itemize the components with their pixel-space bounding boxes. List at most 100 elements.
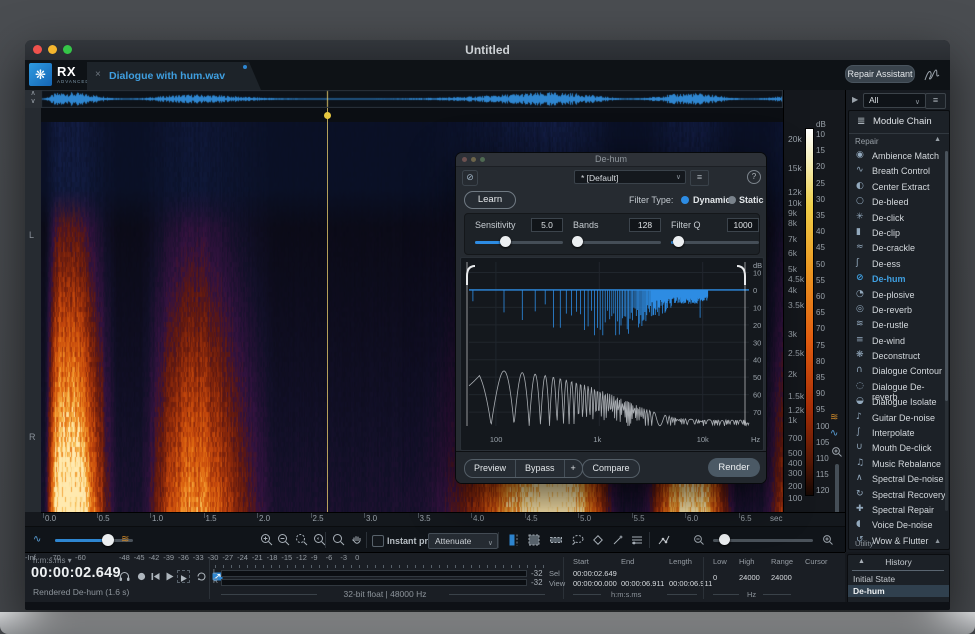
monitor-icon[interactable] bbox=[118, 570, 131, 583]
add-button[interactable]: + bbox=[565, 460, 582, 477]
vertical-scroll-control[interactable]: ∧∨ bbox=[25, 90, 42, 108]
sidebar-item-spectral-recovery[interactable]: ↻Spectral Recovery bbox=[849, 488, 949, 503]
sidebar-item-interpolate[interactable]: ∫Interpolate bbox=[849, 426, 949, 441]
static-label[interactable]: Static bbox=[739, 195, 764, 205]
meter-scale: -Inf.-70-60-48-45-42-39-36-33-30-27-24-2… bbox=[25, 553, 365, 561]
timeline-zoom-knob[interactable] bbox=[719, 534, 730, 545]
sidebar-item-de-bleed[interactable]: ○De-bleed bbox=[849, 195, 949, 210]
dynamic-label[interactable]: Dynamic bbox=[693, 195, 731, 205]
sidebar-item-music-rebalance[interactable]: ♫Music Rebalance bbox=[849, 457, 949, 472]
sidebar-item-center-extract[interactable]: ◐Center Extract bbox=[849, 180, 949, 195]
sidebar-item-guitar-de-noise[interactable]: ♪Guitar De-noise bbox=[849, 411, 949, 426]
sidebar-item-de-reverb[interactable]: ◎De-reverb bbox=[849, 303, 949, 318]
static-radio[interactable] bbox=[728, 196, 736, 204]
collapse-arrow-icon[interactable]: ▲ bbox=[934, 136, 941, 143]
sidebar-item-ambience-match[interactable]: ◉Ambience Match bbox=[849, 149, 949, 164]
param-slider[interactable] bbox=[573, 241, 661, 244]
marker-lane[interactable] bbox=[41, 108, 783, 123]
time-ruler[interactable]: sec 0.00.51.01.52.02.53.03.54.04.55.05.5… bbox=[41, 512, 783, 527]
play-button[interactable] bbox=[163, 570, 176, 583]
zoom-in-vertical-icon[interactable] bbox=[831, 446, 843, 458]
return-to-start-button[interactable] bbox=[149, 570, 162, 583]
filter-spectrum-graph[interactable]: dB100102030405060701001k10kHz bbox=[460, 257, 764, 451]
param-slider-knob[interactable] bbox=[500, 236, 511, 247]
param-value[interactable]: 128 bbox=[629, 218, 661, 232]
timeline-zoom-in-icon[interactable] bbox=[822, 534, 834, 546]
sidebar-item-dialogue-isolate[interactable]: ◒Dialogue Isolate bbox=[849, 395, 949, 410]
sidebar-item-mouth-de-click[interactable]: ∪Mouth De-click bbox=[849, 441, 949, 456]
dynamic-radio[interactable] bbox=[681, 196, 689, 204]
param-slider-knob[interactable] bbox=[673, 236, 684, 247]
sidebar-item-deconstruct[interactable]: ❋Deconstruct bbox=[849, 349, 949, 364]
play-selection-button[interactable] bbox=[177, 570, 190, 583]
param-slider-knob[interactable] bbox=[572, 236, 583, 247]
repair-assistant-button[interactable]: Repair Assistant bbox=[845, 65, 915, 83]
sidebar-item-de-wind[interactable]: ≡De-wind bbox=[849, 334, 949, 349]
magic-wand-tool-icon[interactable] bbox=[611, 533, 626, 548]
hand-tool-icon[interactable] bbox=[350, 533, 365, 548]
next-section-header[interactable]: Utility bbox=[855, 539, 873, 548]
preset-menu-button[interactable]: ≡ bbox=[690, 170, 709, 186]
history-item[interactable]: Initial State bbox=[848, 573, 949, 585]
meter-tick-label: -12 bbox=[296, 553, 307, 562]
sidebar-item-voice-de-noise[interactable]: ◖Voice De-noise bbox=[849, 518, 949, 533]
preset-select[interactable]: * [Default]∨ bbox=[574, 170, 686, 184]
waveform-view-icon[interactable]: ∿ bbox=[830, 428, 838, 439]
sidebar-item-de-clip[interactable]: ▮De-clip bbox=[849, 226, 949, 241]
instant-process-checkbox[interactable] bbox=[372, 535, 384, 547]
param-value[interactable]: 1000 bbox=[727, 218, 759, 232]
learn-button[interactable]: Learn bbox=[464, 191, 516, 209]
spectrogram-view-icon[interactable]: ≋ bbox=[830, 412, 838, 423]
sidebar-item-breath-control[interactable]: ∿Breath Control bbox=[849, 164, 949, 179]
db-tick-label: 110 bbox=[816, 454, 829, 463]
sidebar-item-de-crackle[interactable]: ≈De-crackle bbox=[849, 241, 949, 256]
sidebar-item-dialogue-contour[interactable]: ∩Dialogue Contour bbox=[849, 364, 949, 379]
frequency-selection-tool-icon[interactable] bbox=[549, 533, 564, 548]
record-button[interactable] bbox=[135, 570, 148, 583]
brush-tool-icon[interactable] bbox=[591, 533, 606, 548]
dialog-titlebar[interactable]: De-hum bbox=[456, 153, 766, 167]
lasso-tool-icon[interactable] bbox=[571, 533, 586, 548]
zoom-selection-icon[interactable] bbox=[295, 533, 310, 548]
module-play-icon[interactable]: ▶ bbox=[852, 95, 858, 104]
category-filter-select[interactable]: All∨ bbox=[863, 93, 926, 108]
sidebar-menu-button[interactable]: ≡ bbox=[925, 93, 946, 109]
magnifier-tool-icon[interactable] bbox=[332, 533, 347, 548]
sidebar-item-de-rustle[interactable]: ≋De-rustle bbox=[849, 318, 949, 333]
param-value[interactable]: 5.0 bbox=[531, 218, 563, 232]
collapse-arrow-icon[interactable]: ▲ bbox=[934, 538, 941, 545]
sidebar-item-dialogue-de-reverb[interactable]: ◌Dialogue De-reverb bbox=[849, 380, 949, 395]
waveform-overview[interactable] bbox=[41, 90, 783, 108]
time-selection-tool-icon[interactable] bbox=[505, 533, 520, 548]
history-item[interactable]: De-hum bbox=[848, 585, 949, 597]
sidebar-item-de-click[interactable]: ✳De-click bbox=[849, 211, 949, 226]
process-mode-dropdown[interactable]: Attenuate∨ bbox=[428, 533, 498, 549]
tab-close-icon[interactable]: × bbox=[95, 69, 101, 80]
section-header[interactable]: Repair bbox=[855, 137, 879, 146]
sidebar-item-de-plosive[interactable]: ◔De-plosive bbox=[849, 288, 949, 303]
loop-button[interactable] bbox=[195, 570, 208, 583]
help-button[interactable]: ? bbox=[747, 170, 761, 184]
sidebar-item-de-hum[interactable]: ⊘De-hum bbox=[849, 272, 949, 287]
sidebar-item-de-ess[interactable]: ʃDe-ess bbox=[849, 257, 949, 272]
playhead-line[interactable] bbox=[327, 108, 328, 512]
render-button[interactable]: Render bbox=[708, 458, 760, 477]
playhead-handle[interactable] bbox=[324, 112, 331, 119]
file-tab[interactable]: × Dialogue with hum.wav bbox=[87, 62, 261, 90]
zoom-out-icon[interactable] bbox=[277, 533, 292, 548]
signature-pen-icon[interactable] bbox=[923, 67, 941, 83]
curve-edit-icon[interactable] bbox=[657, 533, 672, 548]
harmonics-selection-tool-icon[interactable] bbox=[630, 533, 645, 548]
compare-button[interactable]: Compare bbox=[582, 459, 640, 478]
module-chain-item[interactable]: ≣ Module Chain bbox=[849, 114, 949, 130]
sidebar-item-spectral-de-noise[interactable]: ∧Spectral De-noise bbox=[849, 472, 949, 487]
blend-slider-knob[interactable] bbox=[102, 534, 114, 546]
bypass-button[interactable]: Bypass bbox=[516, 460, 565, 477]
sidebar-item-spectral-repair[interactable]: ✚Spectral Repair bbox=[849, 503, 949, 518]
time-frequency-selection-tool-icon[interactable] bbox=[527, 533, 542, 548]
timeline-zoom-out-icon[interactable] bbox=[693, 534, 705, 546]
preview-button[interactable]: Preview bbox=[465, 460, 516, 477]
param-slider[interactable] bbox=[671, 241, 759, 244]
sidebar-scrollbar-thumb[interactable] bbox=[945, 151, 948, 401]
zoom-in-icon[interactable] bbox=[260, 533, 275, 548]
